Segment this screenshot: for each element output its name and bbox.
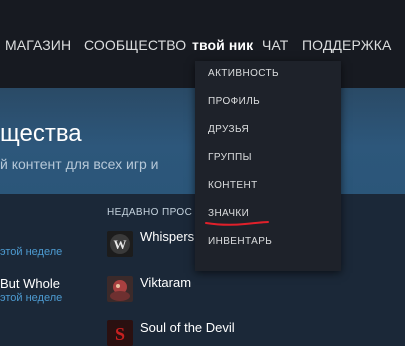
hero-title: щества bbox=[0, 120, 82, 147]
dropdown-item-profile[interactable]: ПРОФИЛЬ bbox=[208, 96, 260, 107]
nav-username[interactable]: твой ник bbox=[192, 37, 253, 53]
game-name-whispers[interactable]: Whispers bbox=[140, 229, 194, 244]
badges-highlight-underline bbox=[205, 221, 269, 226]
left-week-link[interactable]: этой неделе bbox=[0, 246, 62, 258]
dropdown-item-inventory[interactable]: ИНВЕНТАРЬ bbox=[208, 236, 272, 247]
dropdown-item-content[interactable]: КОНТЕНТ bbox=[208, 180, 258, 191]
dropdown-item-friends[interactable]: ДРУЗЬЯ bbox=[208, 124, 249, 135]
dropdown-item-badges[interactable]: ЗНАЧКИ bbox=[208, 208, 249, 219]
viktaram-game-icon[interactable] bbox=[107, 276, 133, 302]
svg-text:W: W bbox=[114, 237, 127, 252]
dropdown-item-activity[interactable]: АКТИВНОСТЬ bbox=[208, 68, 279, 79]
left-game-name[interactable]: But Whole bbox=[0, 276, 60, 291]
game-name-soul-of-the-devil[interactable]: Soul of the Devil bbox=[140, 320, 235, 335]
nav-support[interactable]: ПОДДЕРЖКА bbox=[302, 37, 391, 53]
hero-subtitle: й контент для всех игр и bbox=[0, 156, 159, 172]
nav-chat[interactable]: ЧАТ bbox=[262, 37, 288, 53]
recently-viewed-label: НЕДАВНО ПРОС bbox=[107, 207, 193, 218]
profile-dropdown-menu: АКТИВНОСТЬ ПРОФИЛЬ ДРУЗЬЯ ГРУППЫ КОНТЕНТ… bbox=[195, 61, 341, 271]
whispers-game-icon[interactable]: W bbox=[107, 231, 133, 257]
nav-community[interactable]: СООБЩЕСТВО bbox=[84, 37, 186, 53]
nav-store[interactable]: МАГАЗИН bbox=[5, 37, 71, 53]
soul-of-the-devil-game-icon[interactable]: S bbox=[107, 320, 133, 346]
game-name-viktaram[interactable]: Viktaram bbox=[140, 275, 191, 290]
svg-text:S: S bbox=[115, 324, 125, 344]
left-week-link-2[interactable]: этой неделе bbox=[0, 292, 62, 304]
dropdown-item-groups[interactable]: ГРУППЫ bbox=[208, 152, 252, 163]
